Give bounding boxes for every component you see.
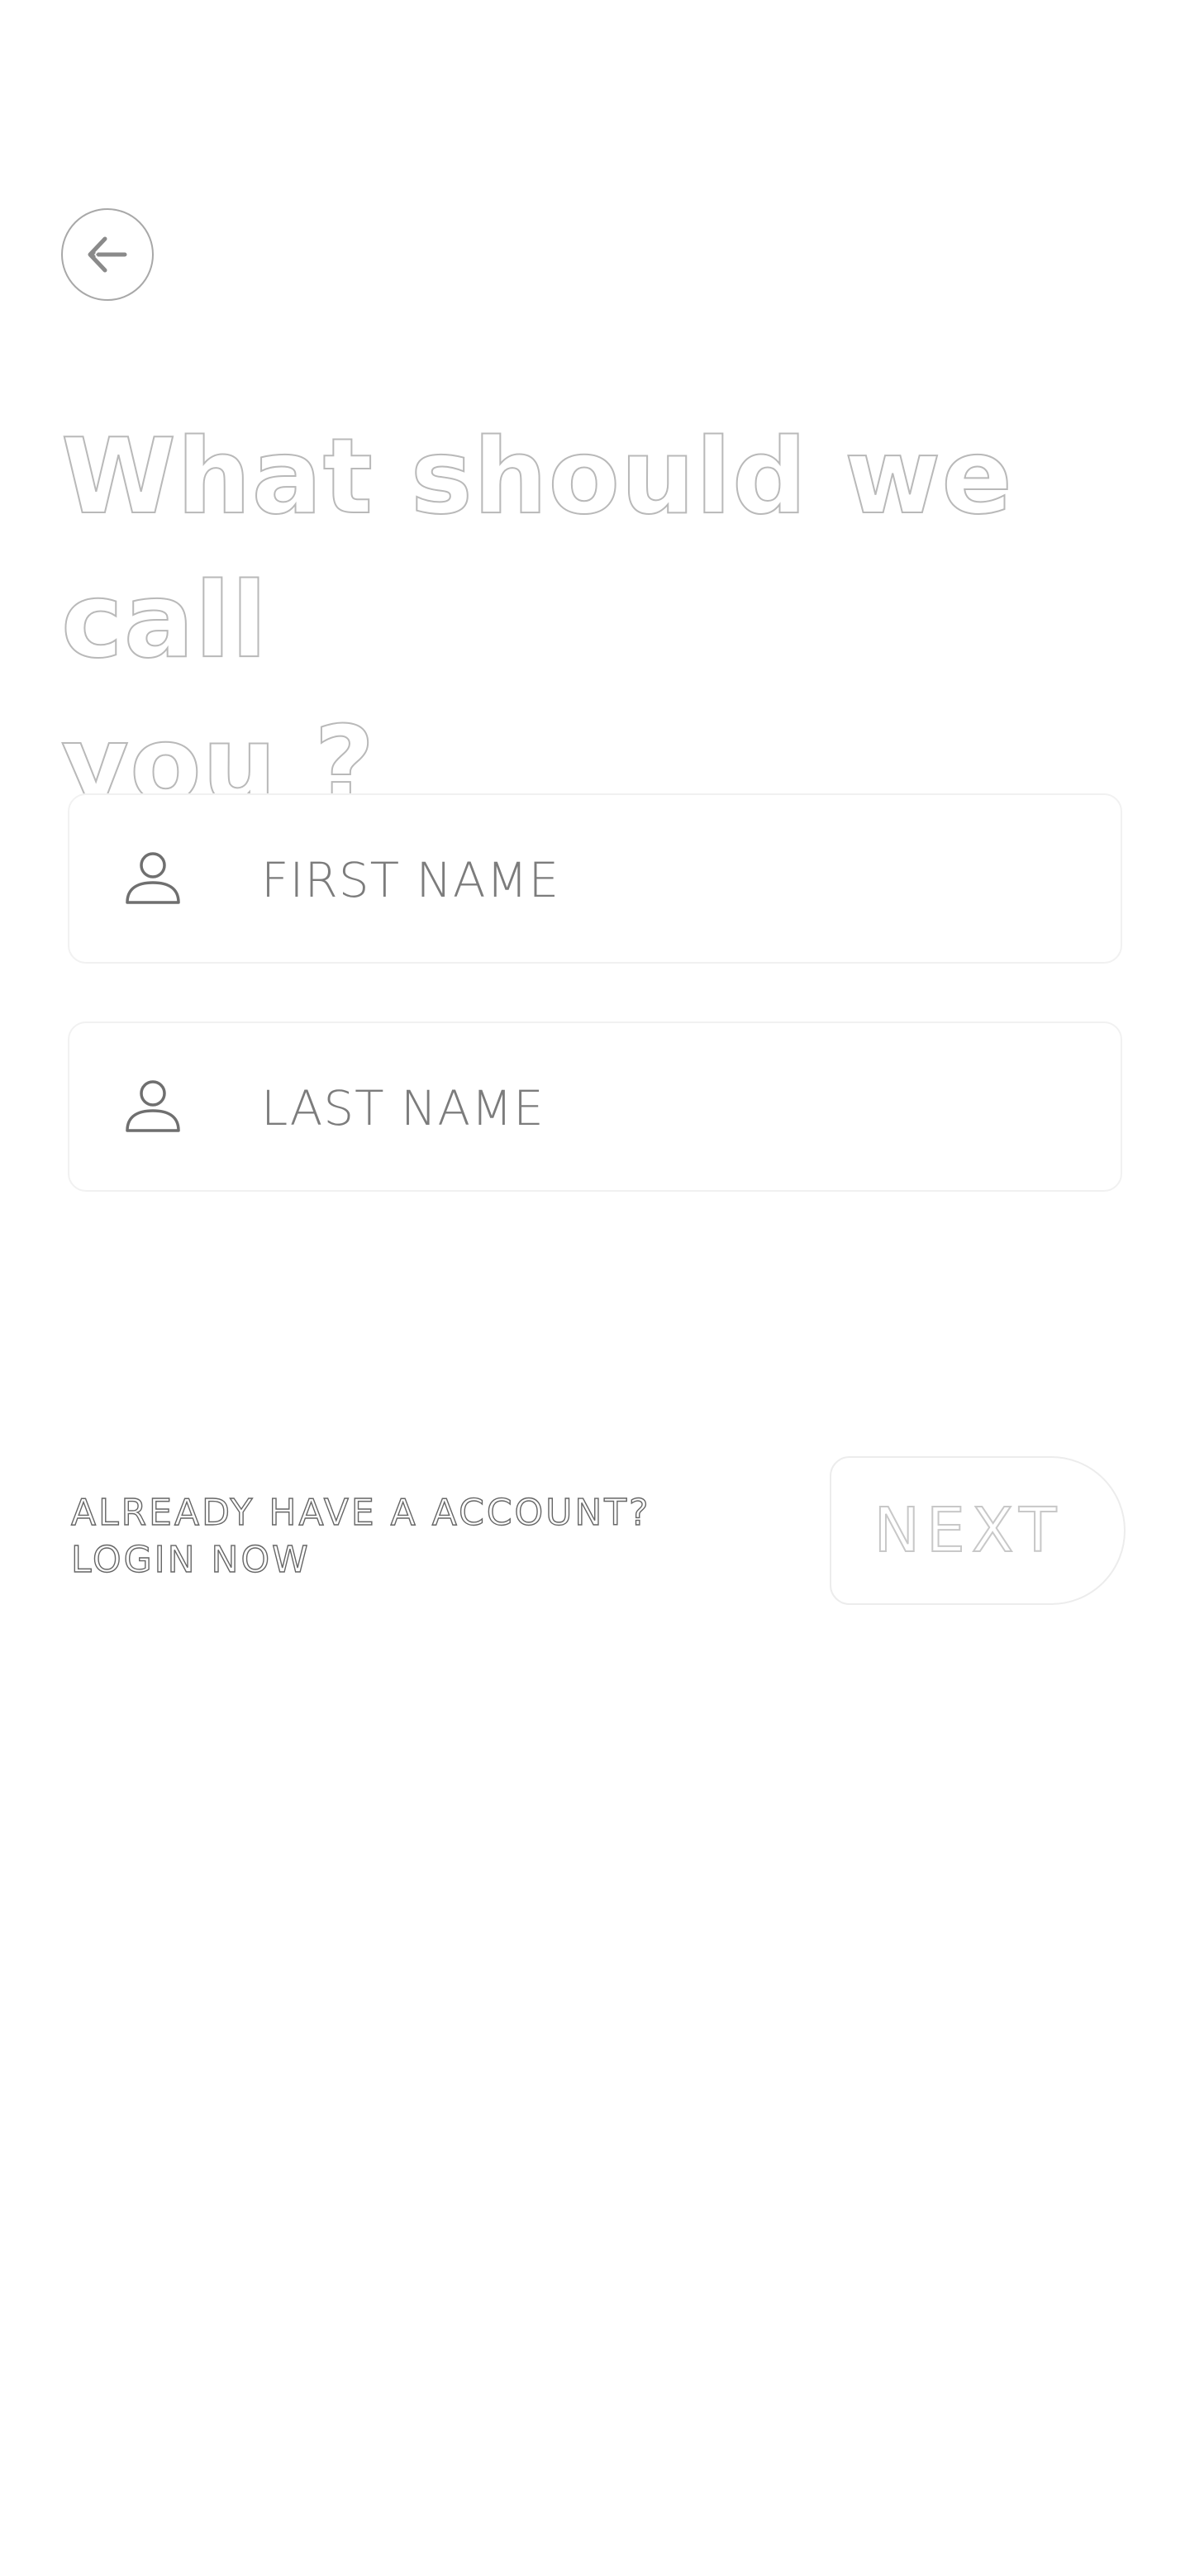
back-button[interactable] xyxy=(61,208,154,301)
last-name-input[interactable] xyxy=(261,1056,1088,1160)
first-name-field[interactable] xyxy=(68,793,1122,964)
login-now-link[interactable]: LOGIN NOW xyxy=(70,1538,311,1581)
next-button[interactable]: NEXT xyxy=(830,1456,1126,1605)
last-name-field[interactable] xyxy=(68,1021,1122,1192)
page-title: What should we call you ? xyxy=(60,415,1013,826)
user-icon xyxy=(126,852,180,904)
first-name-input[interactable] xyxy=(261,828,1088,932)
arrow-left-icon xyxy=(88,236,127,273)
account-question-text: ALREADY HAVE A ACCOUNT? xyxy=(70,1491,651,1534)
user-icon xyxy=(126,1080,180,1132)
